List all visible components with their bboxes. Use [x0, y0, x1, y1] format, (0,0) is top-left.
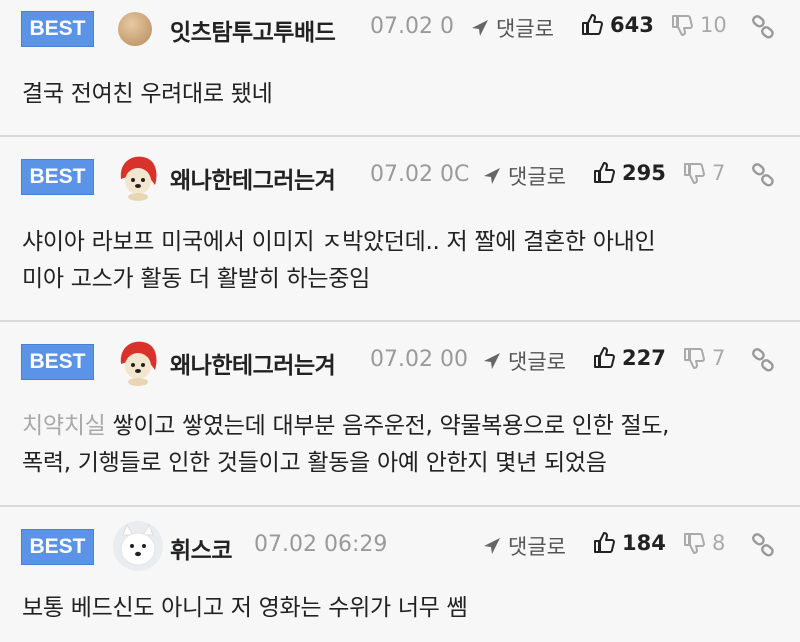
highlighted-keyword[interactable]: 치약치실 — [22, 413, 106, 439]
nickname[interactable]: 왜나한테그러는겨 — [170, 346, 336, 380]
link-icon[interactable] — [750, 347, 776, 373]
avatar[interactable] — [113, 151, 163, 201]
thumbs-down-icon — [684, 533, 705, 554]
comment-item: BEST 휘스코 07.02 06:29 댓글로 184 8 보통 베드신도 아… — [0, 507, 800, 642]
nickname[interactable]: 왜나한테그러는겨 — [170, 161, 336, 195]
like-count: 227 — [622, 346, 666, 370]
reply-arrow-icon — [484, 168, 500, 184]
dislike-count: 7 — [712, 346, 726, 370]
like-count: 295 — [622, 161, 666, 185]
like-button[interactable]: 184 — [592, 531, 666, 555]
reply-button[interactable]: 댓글로 — [482, 346, 566, 376]
like-button[interactable]: 643 — [580, 13, 654, 37]
comment-item: BEST 왜나한테그러는겨 07.02 00 댓글로 227 7 치약치실 쌓이… — [0, 322, 800, 507]
comment-body: 치약치실 쌓이고 쌓였는데 대부분 음주운전, 약물복용으로 인한 절도, 폭력… — [22, 408, 792, 482]
comment-body-line: 미아 고스가 활동 더 활발히 하는중임 — [22, 266, 370, 292]
link-icon[interactable] — [750, 162, 776, 188]
dislike-count: 7 — [712, 161, 726, 185]
link-icon[interactable] — [750, 532, 776, 558]
dislike-button[interactable]: 7 — [682, 161, 725, 185]
like-count: 184 — [622, 531, 666, 555]
reply-button[interactable]: 댓글로 — [482, 531, 566, 561]
comment-body-line: 치약치실 쌓이고 쌓였는데 대부분 음주운전, 약물복용으로 인한 절도, — [22, 408, 792, 445]
reply-label: 댓글로 — [508, 165, 566, 189]
dislike-count: 10 — [700, 13, 727, 37]
like-button[interactable]: 227 — [592, 346, 666, 370]
comment-item: BEST 잇츠탐투고투배드 07.02 0 댓글로 643 10 결국 전여친 … — [0, 0, 800, 137]
reply-arrow-icon — [484, 538, 500, 554]
like-button[interactable]: 295 — [592, 161, 666, 185]
dislike-button[interactable]: 10 — [670, 13, 727, 37]
like-count: 643 — [610, 13, 654, 37]
reply-label: 댓글로 — [496, 17, 554, 41]
best-badge: BEST — [21, 344, 94, 380]
comment-body: 결국 전여친 우려대로 됐네 — [22, 81, 273, 107]
avatar[interactable] — [113, 336, 163, 386]
dislike-button[interactable]: 8 — [682, 531, 725, 555]
thumbs-up-icon — [594, 162, 615, 183]
thumbs-up-icon — [594, 532, 615, 553]
avatar[interactable] — [118, 12, 152, 46]
thumbs-up-icon — [582, 14, 603, 35]
nickname[interactable]: 잇츠탐투고투배드 — [170, 13, 336, 47]
comment-date: 07.02 0C — [370, 162, 470, 187]
thumbs-down-icon — [684, 348, 705, 369]
comment-body: 샤이아 라보프 미국에서 이미지 ㅈ박았던데.. 저 짤에 결혼한 아내인 미아… — [22, 224, 792, 298]
comment-item: BEST 왜나한테그러는겨 07.02 0C 댓글로 295 7 샤이아 라보프… — [0, 137, 800, 322]
comment-body: 보통 베드신도 아니고 저 영화는 수위가 너무 쎔 — [22, 595, 468, 621]
best-badge: BEST — [21, 159, 94, 195]
comment-body-text: 쌓이고 쌓였는데 대부분 음주운전, 약물복용으로 인한 절도, — [105, 413, 670, 439]
reply-button[interactable]: 댓글로 — [470, 13, 554, 43]
reply-arrow-icon — [484, 353, 500, 369]
comment-date: 07.02 06:29 — [254, 532, 388, 557]
best-badge: BEST — [21, 11, 94, 47]
reply-label: 댓글로 — [508, 350, 566, 374]
best-badge: BEST — [21, 529, 94, 565]
dislike-button[interactable]: 7 — [682, 346, 725, 370]
thumbs-down-icon — [672, 15, 693, 36]
comment-date: 07.02 00 — [370, 347, 468, 372]
nickname[interactable]: 휘스코 — [170, 531, 232, 565]
thumbs-up-icon — [594, 347, 615, 368]
link-icon[interactable] — [750, 14, 776, 40]
comment-body-line: 샤이아 라보프 미국에서 이미지 ㅈ박았던데.. 저 짤에 결혼한 아내인 — [22, 229, 656, 255]
avatar[interactable] — [113, 521, 163, 571]
dislike-count: 8 — [712, 531, 726, 555]
comment-date: 07.02 0 — [370, 14, 454, 39]
reply-label: 댓글로 — [508, 535, 566, 559]
thumbs-down-icon — [684, 163, 705, 184]
reply-button[interactable]: 댓글로 — [482, 161, 566, 191]
reply-arrow-icon — [472, 20, 488, 36]
comment-body-line: 폭력, 기행들로 인한 것들이고 활동을 아예 안한지 몇년 되었음 — [22, 450, 607, 476]
